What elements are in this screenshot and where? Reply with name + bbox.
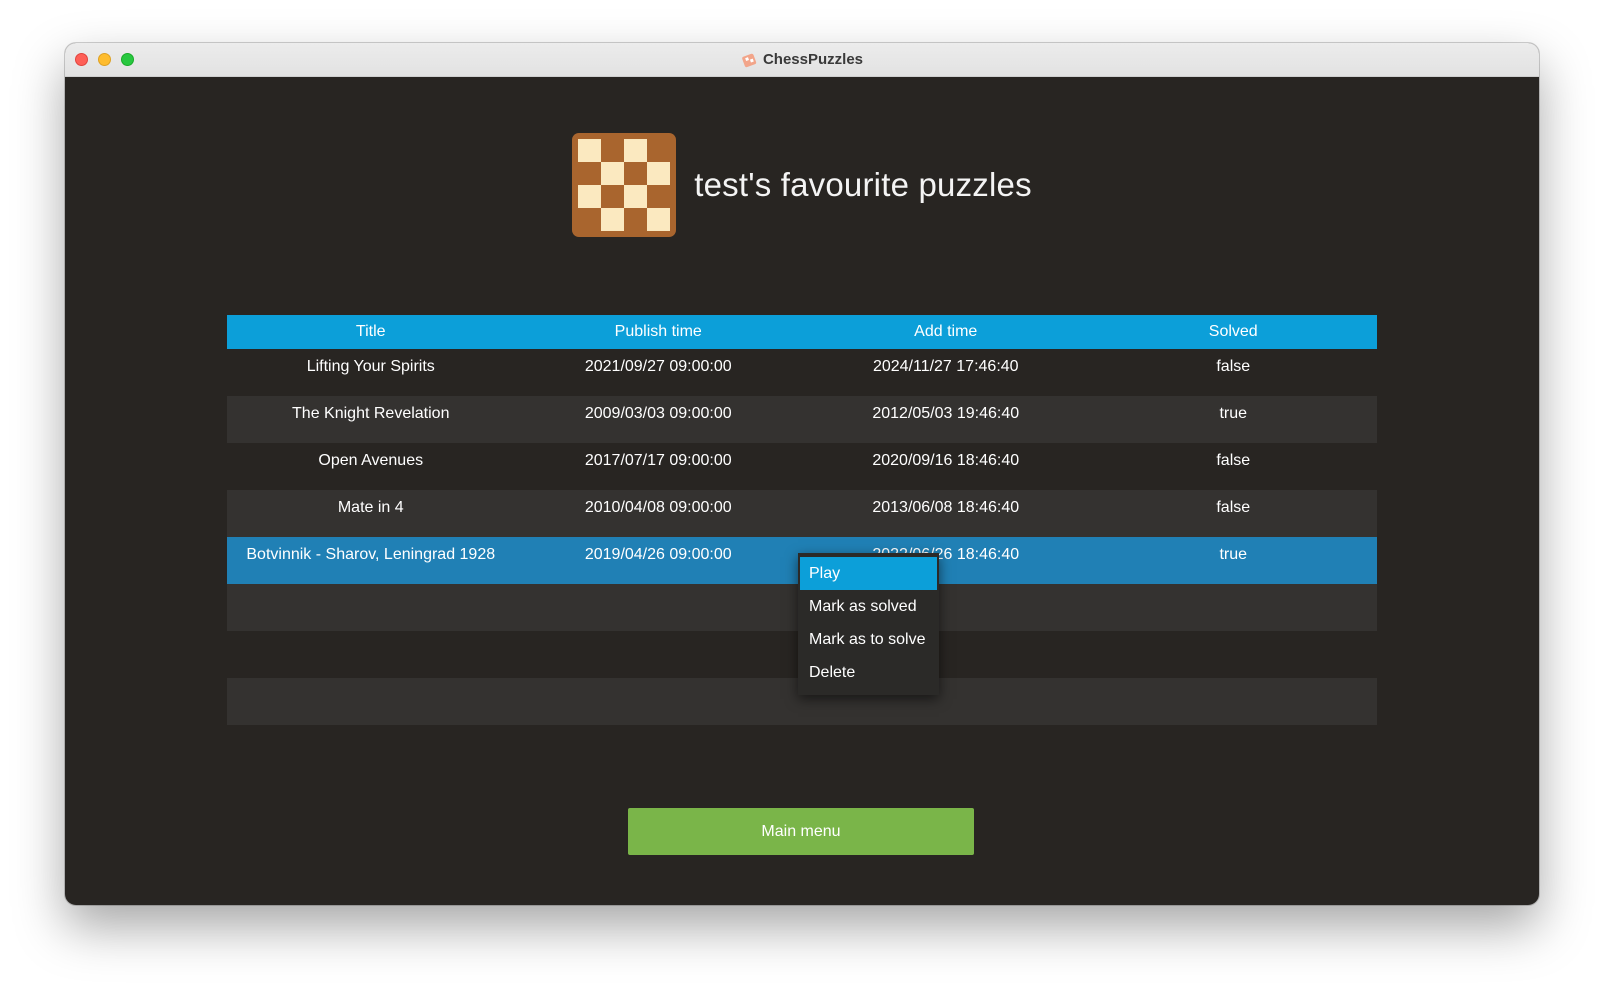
board-square (647, 185, 671, 208)
cell-title (227, 631, 515, 678)
page-header: test's favourite puzzles (65, 133, 1539, 237)
menu-item-delete[interactable]: Delete (800, 656, 937, 689)
cell-publish-time (515, 678, 803, 725)
cell-add-time: 2024/11/27 17:46:40 (872, 358, 1019, 375)
cell-solved (1090, 584, 1378, 631)
cell-solved: true (1219, 405, 1248, 422)
board-square (601, 162, 625, 185)
table-row[interactable]: The Knight Revelation 2009/03/03 09:00:0… (227, 396, 1377, 443)
window-title: ChessPuzzles (762, 51, 864, 68)
cell-publish-time: 2017/07/17 09:00:00 (584, 452, 732, 469)
board-square (624, 162, 648, 185)
board-square (624, 185, 648, 208)
cell-solved (1090, 678, 1378, 725)
cell-publish-time: 2019/04/26 09:00:00 (584, 546, 732, 563)
title-bar[interactable]: ChessPuzzles (65, 43, 1539, 77)
cell-title: Open Avenues (318, 452, 424, 469)
board-square (578, 139, 602, 162)
board-square (647, 139, 671, 162)
cell-title: The Knight Revelation (292, 405, 450, 422)
cell-add-time: 2020/09/16 18:46:40 (872, 452, 1020, 469)
cell-title (227, 584, 515, 631)
board-square (624, 208, 648, 231)
cell-publish-time: 2009/03/03 09:00:00 (584, 405, 732, 422)
table-header: Title Publish time Add time Solved (227, 315, 1377, 349)
menu-item-play[interactable]: Play (800, 557, 937, 590)
menu-item-mark-solved[interactable]: Mark as solved (800, 590, 937, 623)
app-window: ChessPuzzles test's favourite puzzles Ti… (65, 43, 1539, 905)
board-square (601, 208, 625, 231)
column-header-solved[interactable]: Solved (1090, 315, 1378, 349)
table-row[interactable]: Lifting Your Spirits 2021/09/27 09:00:00… (227, 349, 1377, 396)
board-square (578, 208, 602, 231)
board-square (624, 139, 648, 162)
board-square (647, 208, 671, 231)
column-header-publish-time[interactable]: Publish time (515, 315, 803, 349)
cell-publish-time (515, 584, 803, 631)
board-square (647, 162, 671, 185)
table-row[interactable]: Mate in 4 2010/04/08 09:00:00 2013/06/08… (227, 490, 1377, 537)
cell-publish-time (515, 631, 803, 678)
menu-item-mark-to-solve[interactable]: Mark as to solve (800, 623, 937, 656)
chess-app-icon (741, 52, 757, 68)
column-header-title[interactable]: Title (227, 315, 515, 349)
board-square (601, 139, 625, 162)
cell-add-time: 2013/06/08 18:46:40 (872, 499, 1020, 516)
window-title-group: ChessPuzzles (65, 43, 1539, 76)
cell-add-time: 2012/05/03 19:46:40 (872, 405, 1020, 422)
column-header-add-time[interactable]: Add time (802, 315, 1090, 349)
cell-solved: false (1216, 358, 1251, 375)
board-square (578, 162, 602, 185)
page-title: test's favourite puzzles (694, 166, 1032, 203)
cell-solved: true (1219, 546, 1248, 563)
cell-publish-time: 2010/04/08 09:00:00 (584, 499, 732, 516)
board-square (578, 185, 602, 208)
table-row[interactable]: Open Avenues 2017/07/17 09:00:00 2020/09… (227, 443, 1377, 490)
main-menu-button[interactable]: Main menu (628, 808, 974, 855)
cell-publish-time: 2021/09/27 09:00:00 (584, 358, 732, 375)
cell-title (227, 678, 515, 725)
cell-solved: false (1216, 452, 1251, 469)
cell-solved: false (1216, 499, 1251, 516)
row-context-menu: Play Mark as solved Mark as to solve Del… (798, 553, 939, 695)
cell-solved (1090, 631, 1378, 678)
board-square (601, 185, 625, 208)
cell-title: Lifting Your Spirits (306, 358, 435, 375)
cell-title: Mate in 4 (337, 499, 404, 516)
chessboard-icon (572, 133, 677, 237)
cell-title: Botvinnik - Sharov, Leningrad 1928 (246, 546, 496, 563)
